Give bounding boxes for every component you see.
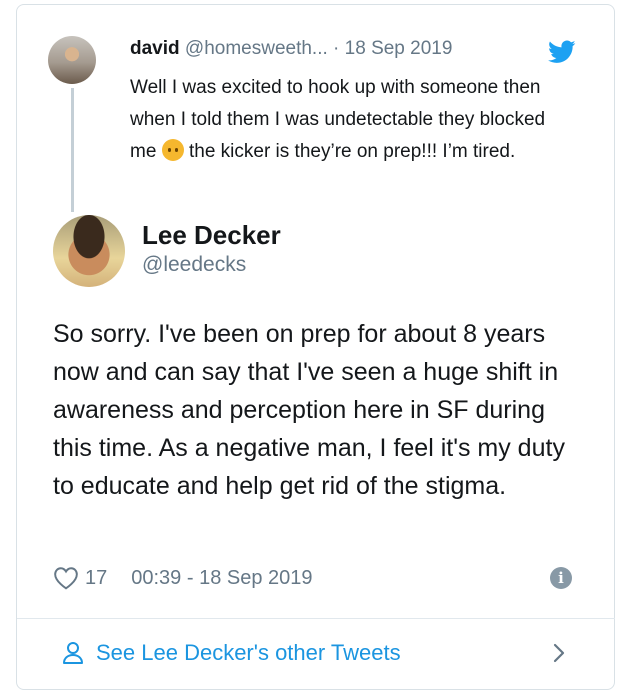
tweet-timestamp[interactable]: 00:39 - 18 Sep 2019: [131, 567, 312, 590]
parent-author-handle[interactable]: @homesweeth...: [185, 38, 328, 59]
info-icon[interactable]: i: [550, 567, 572, 589]
parent-tweet-text: Well I was excited to hook up with someo…: [130, 72, 570, 168]
parent-tweet-header: david @homesweeth... · 18 Sep 2019: [130, 38, 452, 60]
twitter-bird-icon[interactable]: [548, 40, 576, 64]
chevron-right-icon[interactable]: [552, 642, 566, 664]
parent-author-name[interactable]: david: [130, 38, 180, 59]
parent-author-avatar[interactable]: [48, 36, 96, 84]
author-avatar[interactable]: [53, 215, 125, 287]
heart-icon[interactable]: [53, 566, 79, 590]
parent-tweet-date[interactable]: 18 Sep 2019: [345, 38, 453, 59]
person-icon: [63, 642, 83, 664]
like-count[interactable]: 17: [85, 567, 107, 590]
see-other-tweets-link[interactable]: See Lee Decker's other Tweets: [62, 638, 401, 668]
upside-down-face-icon: [161, 139, 184, 161]
header-separator: ·: [333, 38, 340, 59]
parent-text-part-2: the kicker is they’re on prep!!! I’m tir…: [188, 141, 516, 162]
see-other-tweets-label[interactable]: See Lee Decker's other Tweets: [96, 640, 401, 666]
thread-connector: [71, 88, 74, 212]
tweet-meta: 17 00:39 - 18 Sep 2019: [53, 563, 313, 593]
tweet-text: So sorry. I've been on prep for about 8 …: [53, 320, 565, 500]
author-handle[interactable]: @leedecks: [142, 253, 246, 277]
author-name[interactable]: Lee Decker: [142, 220, 281, 251]
footer-divider: [17, 618, 615, 619]
